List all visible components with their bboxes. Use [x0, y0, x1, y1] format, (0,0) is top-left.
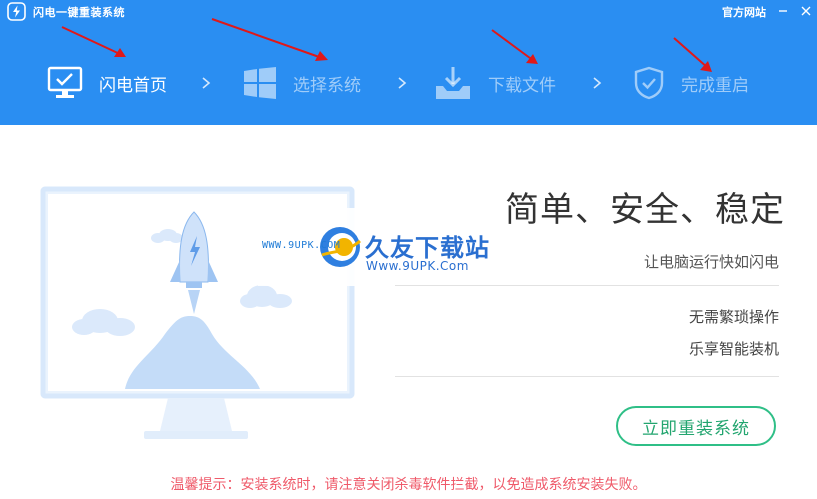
step-select-system[interactable]: 选择系统 — [243, 58, 361, 108]
lightning-logo-icon — [7, 2, 26, 21]
chevron-right-icon — [593, 77, 602, 89]
watermark-small-text: WWW.9UPK.COM — [262, 240, 341, 251]
step-select-system-label: 选择系统 — [293, 75, 361, 96]
step-download-files-label: 下载文件 — [488, 75, 556, 96]
app-title: 闪电一键重装系统 — [33, 6, 125, 19]
divider — [395, 376, 779, 377]
shield-check-icon — [634, 66, 664, 100]
annotation-arrow-icon — [673, 37, 712, 72]
step-home-label: 闪电首页 — [99, 75, 167, 96]
divider — [395, 285, 779, 286]
close-button[interactable] — [795, 1, 817, 21]
annotation-arrow-icon — [211, 18, 328, 61]
download-icon — [436, 67, 470, 99]
watermark-brand-text: 久友下载站 — [365, 234, 490, 262]
watermark-url-text: Www.9UPK.Com — [366, 259, 469, 273]
minimize-icon — [779, 10, 787, 12]
close-icon — [801, 6, 811, 16]
tagline: 让电脑运行快如闪电 — [643, 253, 779, 271]
annotation-arrow-icon — [61, 26, 126, 57]
feature-item: 无需繁琐操作 — [688, 308, 779, 326]
feature-item: 乐享智能装机 — [688, 340, 779, 358]
official-site-link[interactable]: 官方网站 — [722, 4, 766, 20]
minimize-button[interactable] — [772, 1, 794, 21]
chevron-right-icon — [202, 77, 211, 89]
step-home[interactable]: 闪电首页 — [47, 58, 167, 108]
annotation-arrow-icon — [491, 29, 538, 64]
windows-icon — [244, 67, 276, 99]
monitor-icon — [47, 66, 83, 98]
chevron-right-icon — [398, 77, 407, 89]
reinstall-now-button[interactable]: 立即重装系统 — [616, 406, 776, 446]
warning-tip: 温馨提示：安装系统时，请注意关闭杀毒软件拦截，以免造成系统安装失败。 — [170, 477, 647, 493]
headline: 简单、安全、稳定 — [505, 190, 785, 230]
